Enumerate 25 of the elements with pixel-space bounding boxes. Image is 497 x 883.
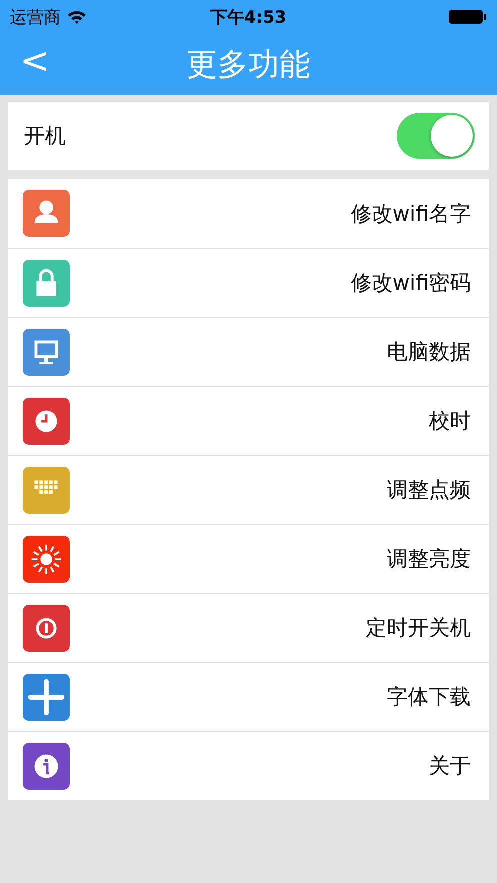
power-toggle[interactable] <box>397 113 475 159</box>
menu-item[interactable]: 修改wifi密码 <box>8 248 489 317</box>
menu-item[interactable]: 调整亮度 <box>8 524 489 593</box>
wifi-icon <box>67 10 87 24</box>
menu-item-label: 电脑数据 <box>387 339 471 366</box>
battery-icon <box>449 9 487 25</box>
page-title: 更多功能 <box>186 46 310 82</box>
menu-item-label: 修改wifi密码 <box>350 270 471 297</box>
status-time: 下午4:53 <box>210 8 287 28</box>
menu-item[interactable]: 校时 <box>8 386 489 455</box>
menu-item-label: 定时开关机 <box>366 615 471 642</box>
menu-item[interactable]: 字体下载 <box>8 662 489 731</box>
menu-item[interactable]: 修改wifi名字 <box>8 179 489 248</box>
menu-item-label: 字体下载 <box>387 684 471 711</box>
menu-item[interactable]: 调整点频 <box>8 455 489 524</box>
carrier-name: 运营商 <box>10 6 61 28</box>
power-label: 开机 <box>24 123 66 150</box>
menu-item[interactable]: 电脑数据 <box>8 317 489 386</box>
menu-item[interactable]: 关于 <box>8 731 489 800</box>
menu-item-label: 调整亮度 <box>387 546 471 573</box>
menu-item-label: 校时 <box>429 408 471 435</box>
menu-item[interactable]: 定时开关机 <box>8 593 489 662</box>
menu-item-label: 关于 <box>429 753 471 780</box>
menu-item-label: 调整点频 <box>387 477 471 504</box>
menu-item-label: 修改wifi名字 <box>350 200 471 228</box>
